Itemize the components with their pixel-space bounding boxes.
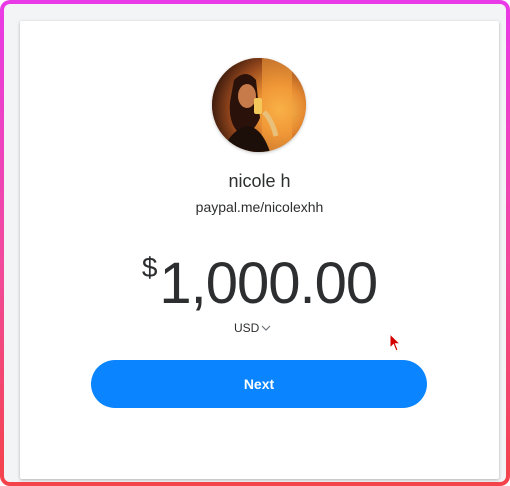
- recipient-name: nicole h: [228, 171, 291, 191]
- paypal-link: paypal.me/nicolexhh: [195, 199, 324, 215]
- avatar-photo-icon: [212, 58, 306, 152]
- currency-dropdown[interactable]: USD: [234, 319, 271, 337]
- chevron-down-icon: [261, 325, 271, 331]
- currency-symbol: $: [141, 252, 158, 283]
- next-button[interactable]: Next: [91, 360, 427, 408]
- amount-input[interactable]: 1,000.00: [159, 251, 378, 317]
- window-frame: nicole h paypal.me/nicolexhh $1,000.00 U…: [0, 0, 510, 486]
- amount-display[interactable]: $1,000.00: [20, 251, 499, 321]
- mouse-cursor-icon: [389, 333, 401, 352]
- payment-card: nicole h paypal.me/nicolexhh $1,000.00 U…: [20, 21, 499, 479]
- currency-code: USD: [234, 321, 260, 335]
- avatar: [212, 58, 306, 152]
